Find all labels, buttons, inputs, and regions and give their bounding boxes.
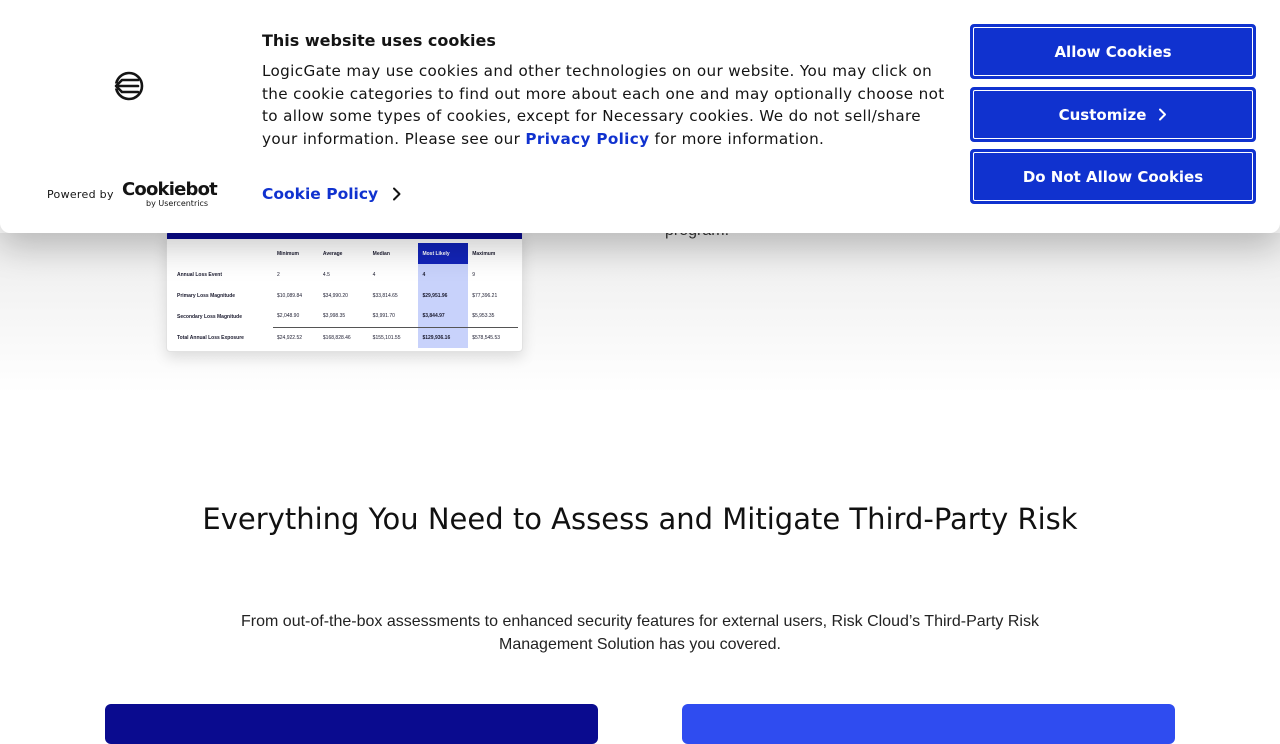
logicgate-logo-icon — [114, 71, 144, 101]
chevron-right-icon — [393, 187, 401, 201]
allow-cookies-label: Allow Cookies — [1054, 42, 1172, 61]
cookie-banner-body: LogicGate may use cookies and other tech… — [262, 60, 952, 151]
table-cell: $578,545.53 — [468, 326, 518, 348]
usercentrics-label: by Usercentrics — [146, 199, 209, 208]
table-cell-highlighted: $3,844.97 — [418, 306, 469, 327]
cookiebot-attribution[interactable]: Powered by Cookiebot by Usercentrics — [47, 179, 218, 209]
table-cell: $3,998.35 — [322, 313, 346, 320]
table-cell: $77,396.21 — [472, 292, 498, 299]
table-cell: 4 — [372, 271, 376, 278]
table-cell: $155,101.55 — [368, 326, 419, 348]
cookie-consent-banner: Powered by Cookiebot by Usercentrics Thi… — [0, 0, 1280, 233]
table-row-label: Primary Loss Magnitude — [177, 292, 236, 299]
table-row: Annual Loss Event 2 4.5 4 4 9 — [173, 264, 518, 285]
table-cell: $168,828.46 — [318, 326, 369, 348]
table-header-row: Minimum Average Median Most Likely Maxim… — [173, 243, 518, 264]
section-title: Everything You Need to Assess and Mitiga… — [202, 502, 1078, 536]
powered-by-label: Powered by — [47, 188, 114, 201]
table-header-cell: Maximum — [472, 250, 496, 257]
table-cell: $2,048.90 — [277, 313, 300, 320]
table-cell: $10,089.84 — [277, 292, 303, 299]
table-cell: 9 — [472, 271, 475, 278]
table-cell: $24,922.52 — [273, 326, 319, 348]
table-header-cell-highlighted: Most Likely — [418, 243, 469, 264]
table-header-cell: Median — [372, 250, 390, 257]
cookiebot-logo-text: Cookiebot — [122, 179, 218, 200]
chevron-right-icon — [1159, 108, 1167, 121]
do-not-allow-cookies-button[interactable]: Do Not Allow Cookies — [970, 149, 1256, 204]
table-row-label: Secondary Loss Magnitude — [177, 313, 243, 320]
table-cell: $3,991.70 — [372, 313, 395, 320]
allow-cookies-button[interactable]: Allow Cookies — [970, 24, 1256, 79]
feature-card-navy[interactable] — [105, 704, 598, 744]
table-row-label: Annual Loss Event — [177, 271, 223, 278]
table-cell: 4.5 — [322, 271, 330, 278]
table-cell: $5,953.35 — [472, 313, 495, 320]
table-cell-highlighted: 4 — [418, 264, 469, 285]
table-cell: $34,990.20 — [322, 292, 348, 299]
customize-label: Customize — [1058, 105, 1147, 124]
loss-exposure-table: Minimum Average Median Most Likely Maxim… — [173, 243, 518, 348]
table-cell-highlighted: $129,936.16 — [418, 326, 469, 348]
section-subtitle: From out-of-the-box assessments to enhan… — [241, 613, 1039, 653]
privacy-policy-link[interactable]: Privacy Policy — [525, 130, 649, 148]
table-header-cell: Average — [322, 250, 343, 257]
cookie-policy-link[interactable]: Cookie Policy — [262, 182, 402, 206]
table-header-cell — [173, 243, 273, 264]
table-row-total: Total Annual Loss Exposure $24,922.52 $1… — [173, 326, 518, 348]
cookie-policy-label: Cookie Policy — [262, 185, 379, 203]
feature-card-blue[interactable] — [682, 704, 1175, 744]
table-cell: 2 — [277, 271, 280, 278]
table-row-label: Total Annual Loss Exposure — [177, 334, 244, 341]
table-row: Secondary Loss Magnitude $2,048.90 $3,99… — [173, 306, 518, 327]
table-cell-highlighted: $29,951.96 — [418, 285, 469, 306]
customize-button[interactable]: Customize — [970, 87, 1256, 142]
cookie-banner-body-suffix: for more information. — [649, 130, 825, 149]
table-header-cell: Minimum — [277, 250, 299, 257]
loss-exposure-table-card: Minimum Average Median Most Likely Maxim… — [166, 230, 523, 352]
table-cell: $33,814.65 — [372, 292, 398, 299]
do-not-allow-cookies-label: Do Not Allow Cookies — [1022, 167, 1204, 186]
cookie-banner-title: This website uses cookies — [262, 31, 496, 50]
table-row: Primary Loss Magnitude $10,089.84 $34,99… — [173, 285, 518, 306]
